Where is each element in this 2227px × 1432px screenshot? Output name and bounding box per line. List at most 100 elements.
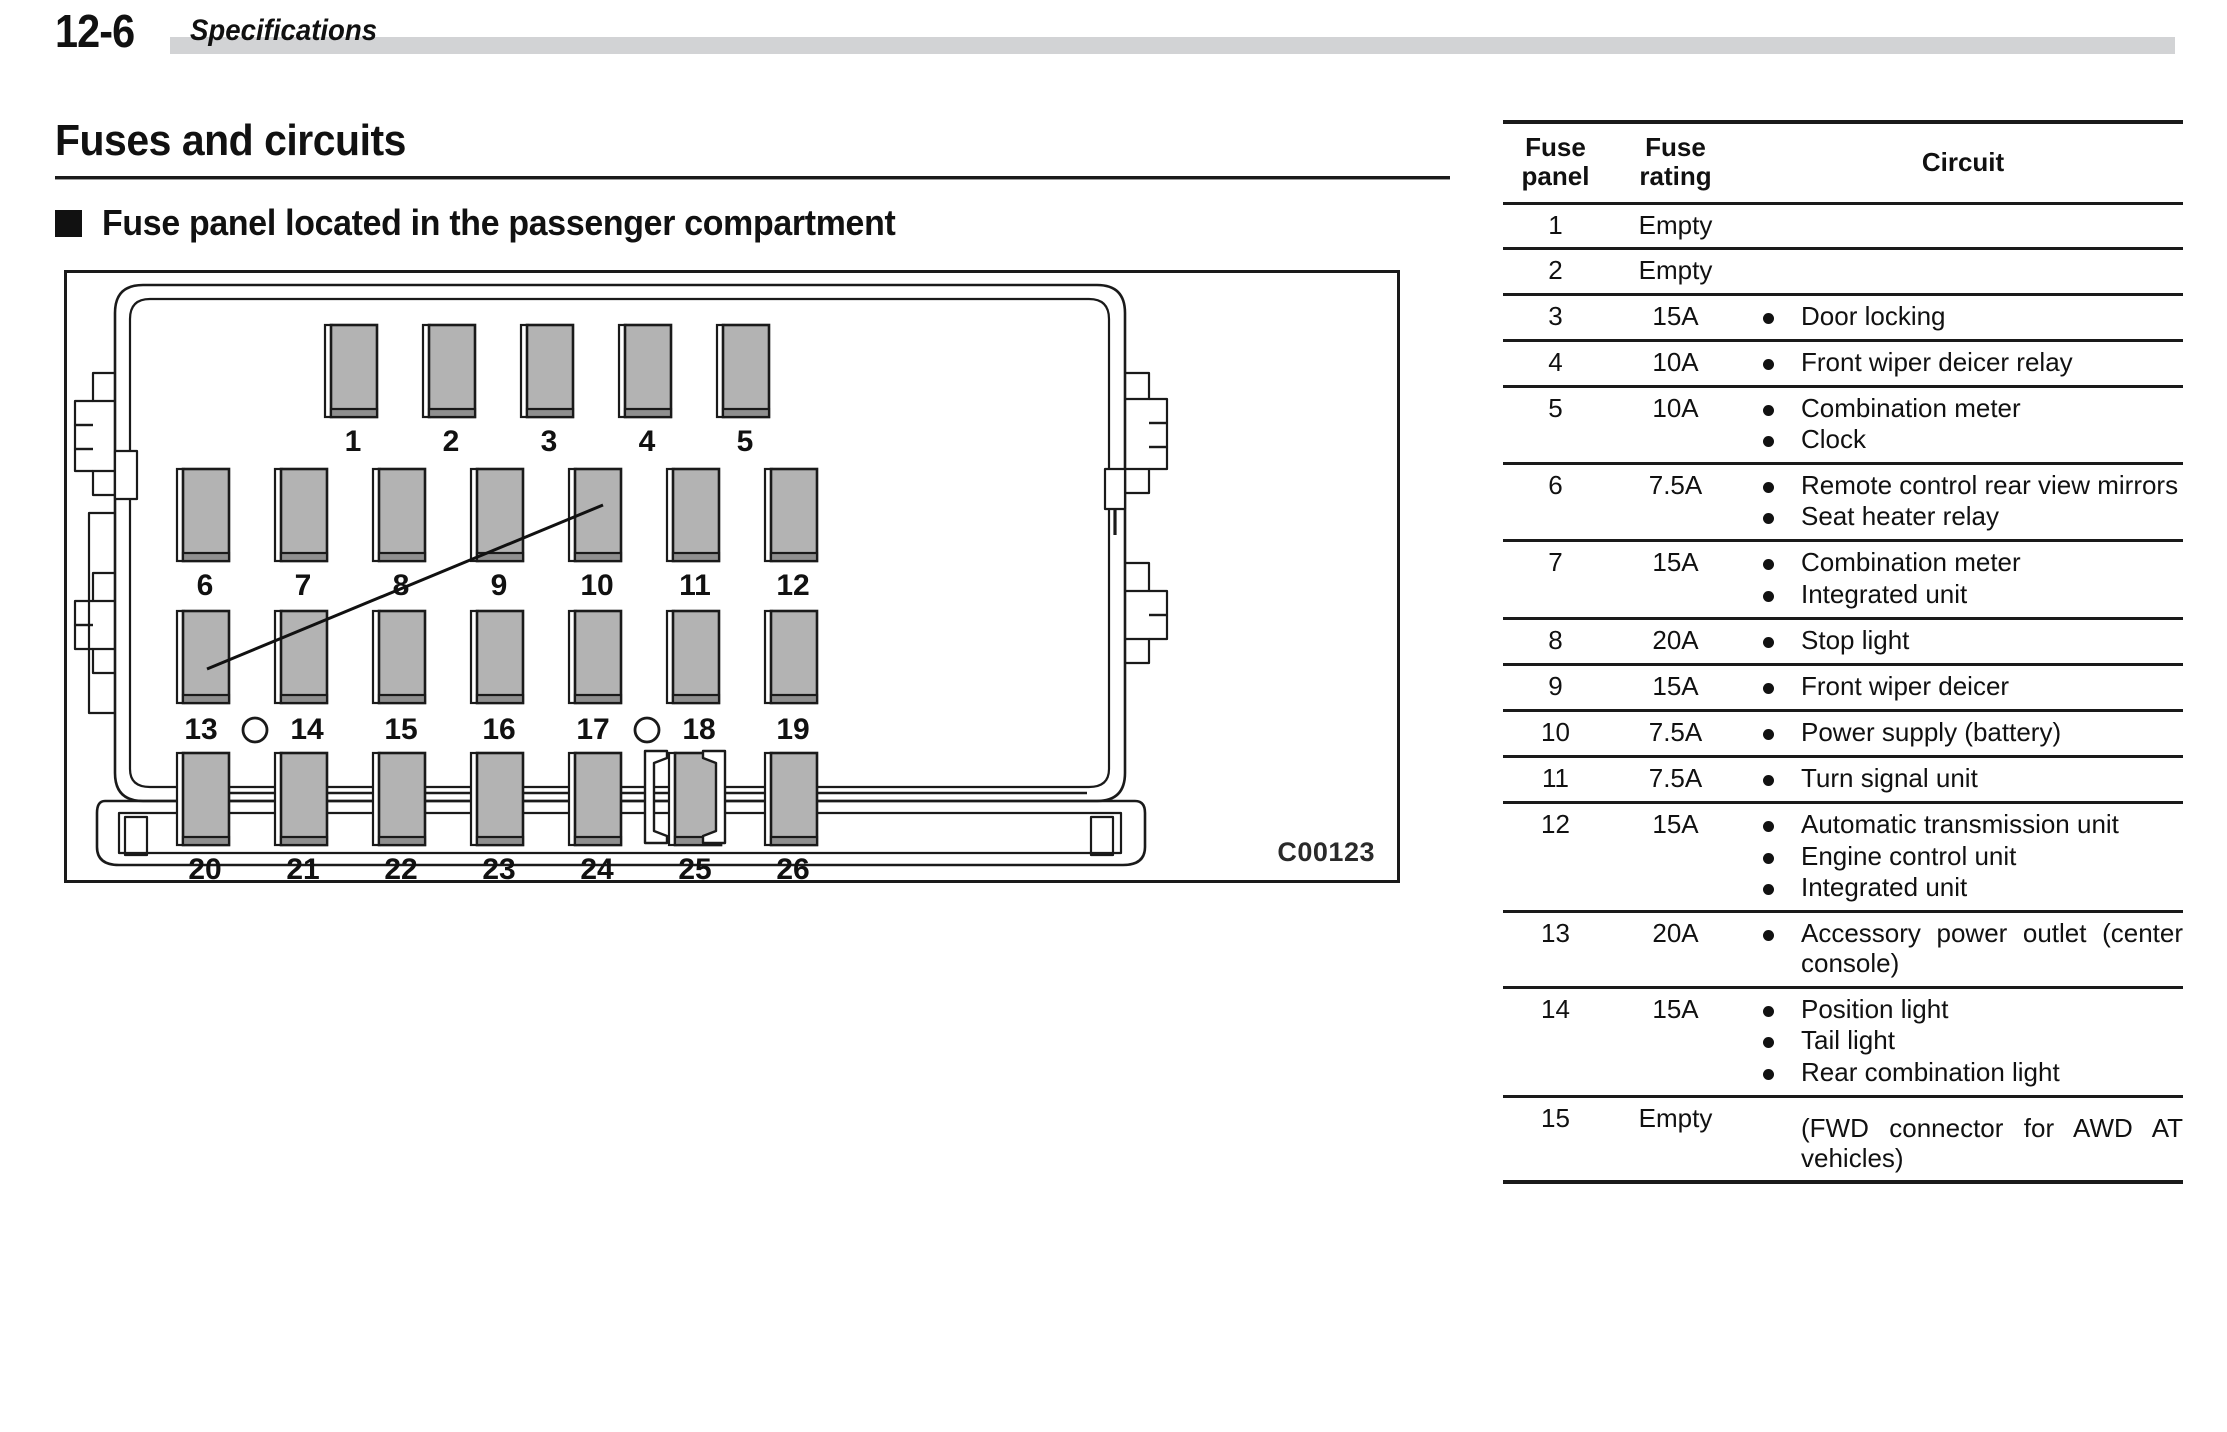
cell-fuse-panel: 1 <box>1503 203 1608 251</box>
circuit-list-item: Combination meter <box>1743 393 2183 423</box>
fuse-row-3 <box>175 609 819 705</box>
circuit-label: Position light <box>1801 994 1949 1025</box>
table-row: 6 7.5A Remote control rear view mirrors Sea… <box>1503 463 2183 543</box>
cell-fuse-panel: 8 <box>1503 618 1608 666</box>
cell-circuit: (FWD connector for AWD AT vehicles) <box>1743 1096 2183 1184</box>
cell-circuit: Front wiper deicer relay <box>1743 340 2183 388</box>
circuit-label: Engine control unit <box>1801 840 2017 871</box>
bullet-dot-icon <box>1763 1068 1774 1080</box>
bullet-dot-icon <box>1763 636 1774 648</box>
column-header-fuse-panel: Fuse panel <box>1503 120 1608 206</box>
table-row: 13 20A Accessory power outlet (center cons… <box>1503 911 2183 990</box>
cell-circuit: Combination meter Integrated unit <box>1743 540 2183 620</box>
svg-text:9: 9 <box>491 569 508 602</box>
cell-fuse-panel: 15 <box>1503 1096 1608 1184</box>
circuit-list-item: Integrated unit <box>1743 872 2183 902</box>
fuse-row-4-labels: 20 21 22 23 24 25 26 <box>188 853 809 886</box>
svg-text:20: 20 <box>188 853 221 886</box>
svg-text:12: 12 <box>776 569 809 602</box>
circuit-list: Power supply (battery) <box>1743 717 2183 747</box>
column-header-fuse-panel-l2: panel <box>1521 161 1590 192</box>
table-row: 7 15A Combination meter Integrated unit <box>1503 540 2183 620</box>
cell-fuse-rating: Empty <box>1608 1096 1743 1184</box>
cell-circuit: Door locking <box>1743 294 2183 342</box>
cell-fuse-panel: 2 <box>1503 248 1608 296</box>
circuit-label: Integrated unit <box>1801 871 1968 902</box>
table-row: 5 10A Combination meter Clock <box>1503 386 2183 466</box>
fuse-puller-25 <box>643 749 727 847</box>
page-title: Fuses and circuits <box>55 116 406 165</box>
svg-text:23: 23 <box>482 853 515 886</box>
svg-text:17: 17 <box>576 713 609 746</box>
circuit-note: (FWD connector for AWD AT vehicles) <box>1801 1112 2183 1173</box>
cell-fuse-rating: 15A <box>1608 294 1743 342</box>
subsection-heading: Fuse panel located in the passenger comp… <box>55 202 946 244</box>
cell-fuse-rating: 15A <box>1608 540 1743 620</box>
bullet-dot-icon <box>1763 358 1774 370</box>
bullet-dot-icon <box>1763 821 1774 833</box>
cell-fuse-rating: Empty <box>1608 203 1743 251</box>
circuit-list: Front wiper deicer <box>1743 671 2183 701</box>
circuit-label: Accessory power outlet (center console) <box>1801 917 2183 979</box>
cell-fuse-panel: 7 <box>1503 540 1608 620</box>
circuit-list-item: Stop light <box>1743 625 2183 655</box>
circle-marker-17-18 <box>633 716 661 744</box>
fuse-row-2 <box>175 467 819 563</box>
manual-page: 12-6 Specifications Fuses and circuits F… <box>0 0 2227 1432</box>
bullet-dot-icon <box>1763 1037 1774 1049</box>
cell-fuse-panel: 5 <box>1503 386 1608 466</box>
cell-circuit: Stop light <box>1743 618 2183 666</box>
bullet-dot-icon <box>1763 729 1774 741</box>
circuit-list-item: Seat heater relay <box>1743 501 2183 531</box>
svg-text:3: 3 <box>541 425 558 458</box>
table-row: 15 Empty (FWD connector for AWD AT vehicle… <box>1503 1096 2183 1184</box>
circuit-label: Clock <box>1801 424 1867 454</box>
svg-text:2: 2 <box>443 425 460 458</box>
column-header-fuse-panel-l1: Fuse <box>1525 132 1586 162</box>
bullet-dot-icon <box>1763 1006 1774 1018</box>
circuit-list: Combination meter Integrated unit <box>1743 547 2183 609</box>
bullet-dot-icon <box>1763 436 1774 447</box>
cell-fuse-panel: 12 <box>1503 802 1608 913</box>
cell-fuse-rating: 15A <box>1608 802 1743 913</box>
circuit-list-item: Rear combination light <box>1743 1057 2183 1087</box>
circuit-list-item: Position light <box>1743 994 2183 1024</box>
svg-text:25: 25 <box>678 853 711 886</box>
cell-circuit: Front wiper deicer <box>1743 664 2183 713</box>
table-row: 11 7.5A Turn signal unit <box>1503 756 2183 805</box>
svg-text:5: 5 <box>737 425 754 458</box>
cell-fuse-panel: 14 <box>1503 987 1608 1098</box>
fuse-table: Fuse panel Fuse rating Circuit 1 Empty 2 Em… <box>1503 120 2183 1184</box>
subsection-heading-label: Fuse panel located in the passenger comp… <box>102 202 896 243</box>
circuit-list-item: Remote control rear view mirrors <box>1743 470 2183 500</box>
cell-fuse-rating: 7.5A <box>1608 710 1743 759</box>
bullet-dot-icon <box>1763 929 1774 941</box>
circuit-label: Combination meter <box>1801 392 2021 423</box>
circuit-label: Stop light <box>1801 624 1910 655</box>
circuit-list: Accessory power outlet (center console) <box>1743 918 2183 978</box>
svg-text:7: 7 <box>295 569 312 602</box>
circuit-list: Front wiper deicer relay <box>1743 347 2183 377</box>
circuit-label: Front wiper deicer relay <box>1801 346 2073 377</box>
table-row: 2 Empty <box>1503 248 2183 296</box>
circuit-label: Remote control rear view mirrors <box>1801 470 2179 501</box>
cell-circuit: Remote control rear view mirrors Seat hea… <box>1743 463 2183 543</box>
circuit-list: Stop light <box>1743 625 2183 655</box>
fuse-row-2-labels: 6 7 8 9 10 11 12 <box>197 569 810 602</box>
cell-circuit <box>1743 203 2183 251</box>
bullet-dot-icon <box>1763 590 1774 602</box>
table-row: 8 20A Stop light <box>1503 618 2183 666</box>
circuit-label: Door locking <box>1801 300 1946 331</box>
svg-text:22: 22 <box>384 853 417 886</box>
cell-fuse-rating: 10A <box>1608 386 1743 466</box>
svg-text:15: 15 <box>384 713 417 746</box>
fuse-panel-diagram: 1 2 3 4 5 6 7 8 9 10 11 12 13 14 15 16 1… <box>73 283 1169 886</box>
circuit-list-item: Turn signal unit <box>1743 763 2183 793</box>
circuit-label: Rear combination light <box>1801 1056 2060 1087</box>
circuit-list-item: Tail light <box>1743 1025 2183 1055</box>
cell-circuit: Automatic transmission unit Engine contro… <box>1743 802 2183 913</box>
title-divider <box>55 176 1450 180</box>
fuse-row-4 <box>175 749 819 847</box>
cell-circuit: Power supply (battery) <box>1743 710 2183 759</box>
circuit-list: Combination meter Clock <box>1743 393 2183 454</box>
